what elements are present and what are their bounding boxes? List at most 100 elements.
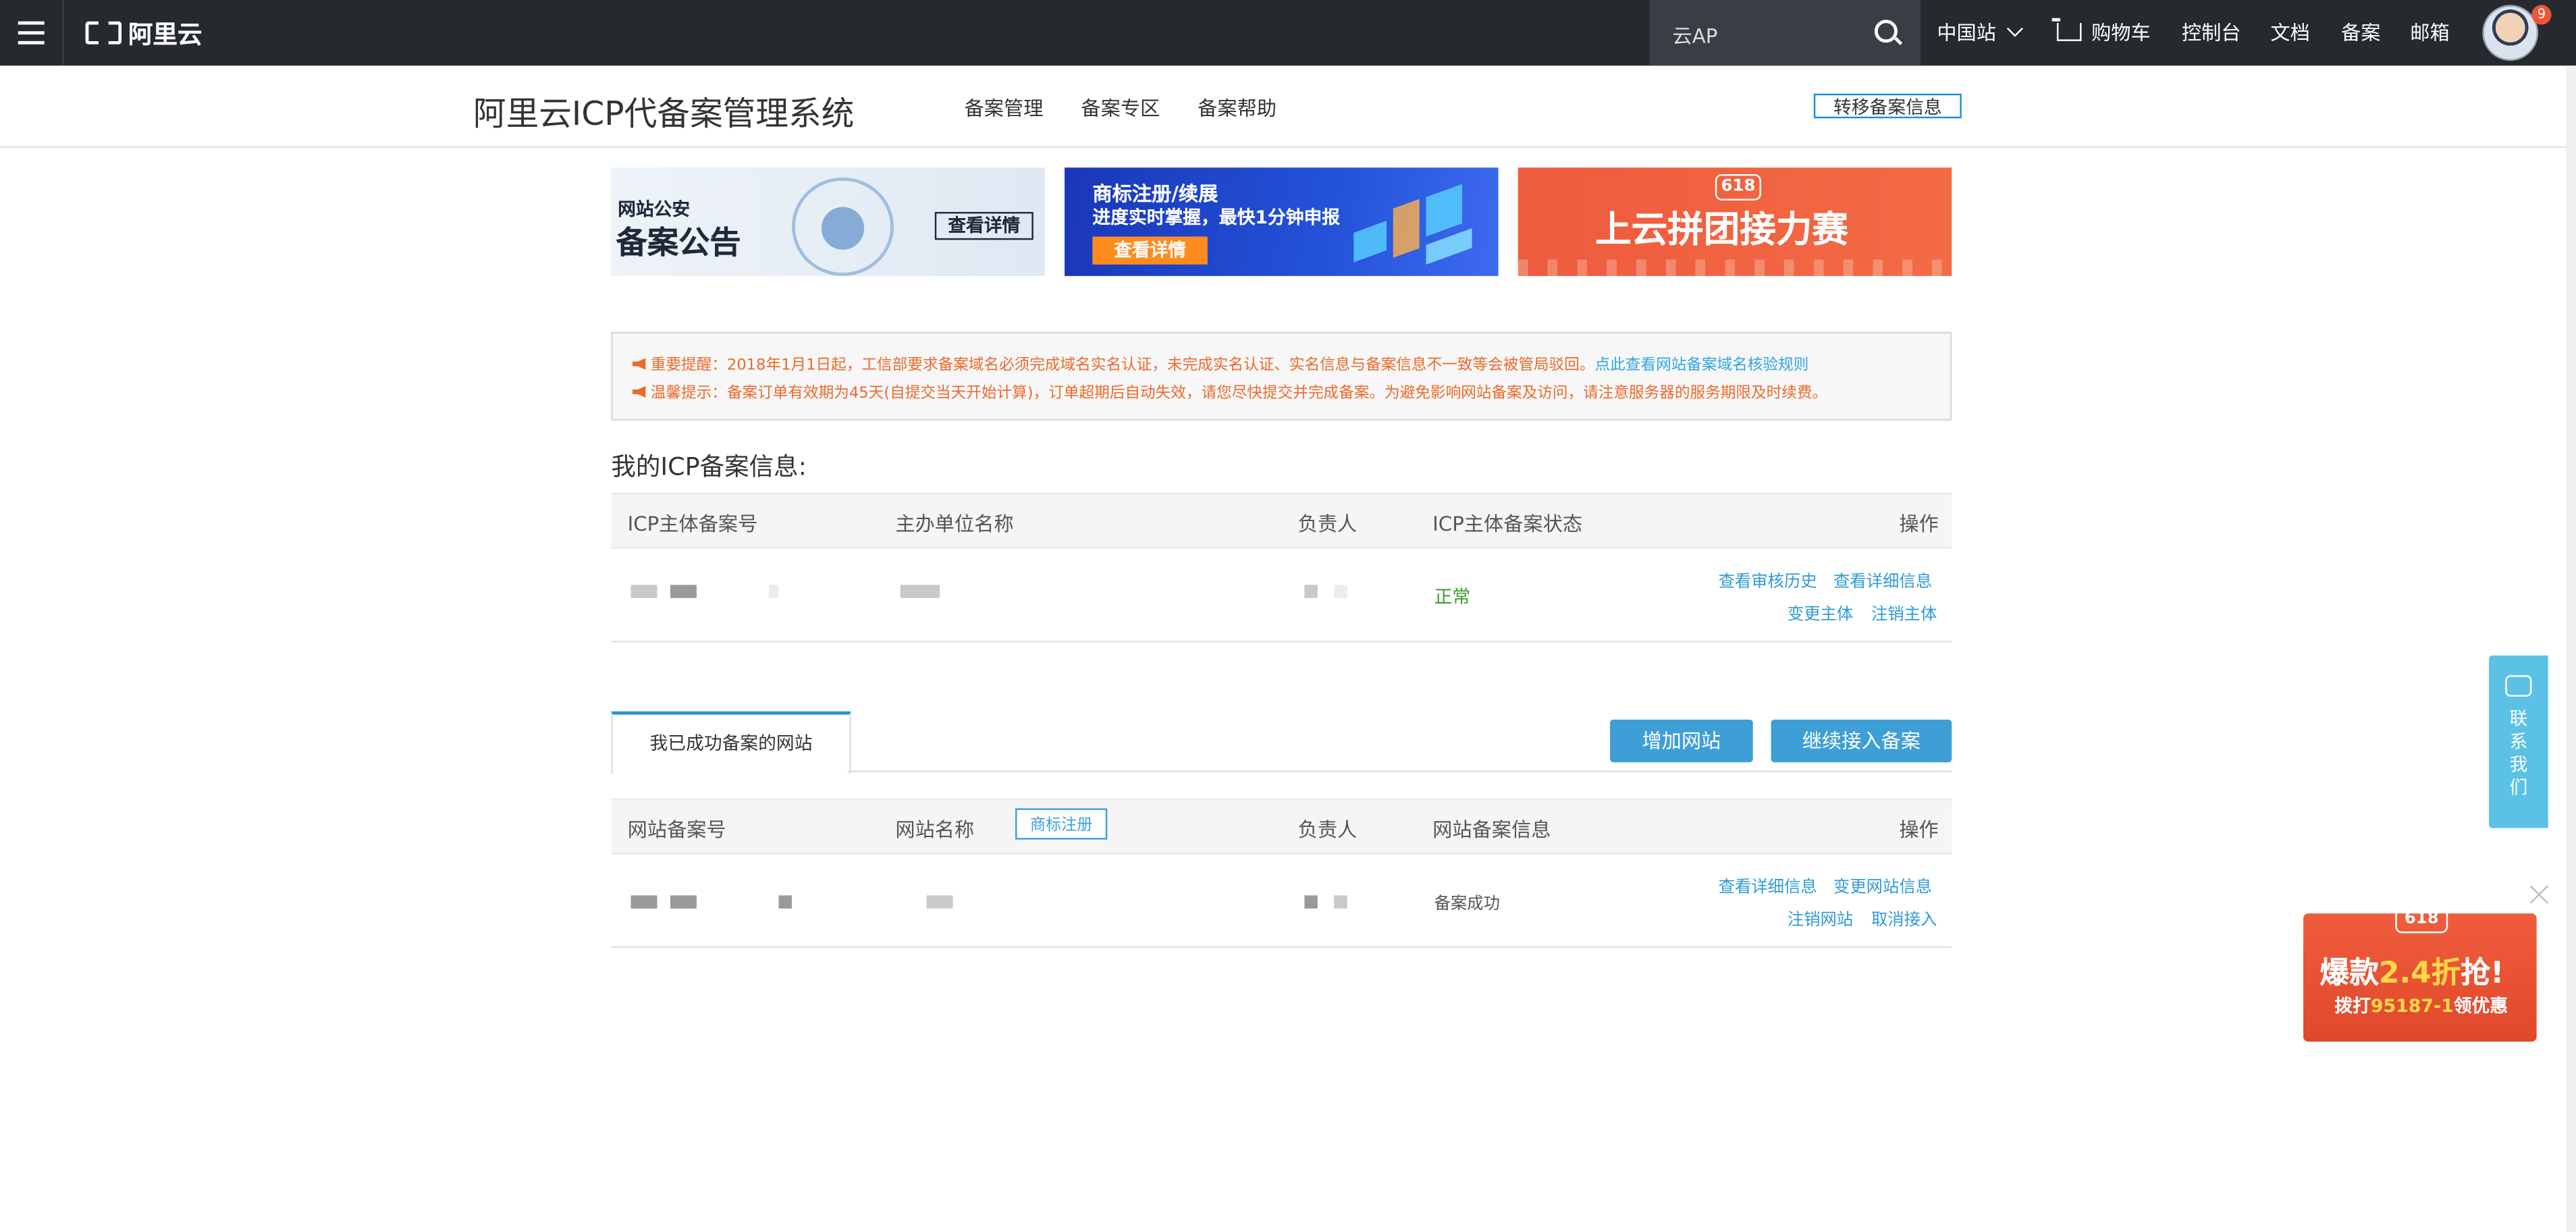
banner-618-group[interactable]: 618 上云拼团接力赛 (1518, 167, 1952, 276)
view-details-link[interactable]: 查看详细信息 (1833, 567, 1932, 591)
promo-618-popup[interactable]: 618 爆款2.4折抢! 拨打95187-1领优惠 (2303, 913, 2537, 1042)
th-actions: 操作 (1899, 512, 1939, 536)
cart-link[interactable]: 购物车 (2051, 18, 2151, 46)
region-label: 中国站 (1937, 21, 1996, 45)
trademark-register-button[interactable]: 商标注册 (1015, 808, 1108, 840)
promo-phone: 拨打95187-1领优惠 (2334, 992, 2508, 1019)
logo-text: 阿里云 (128, 18, 203, 49)
th-icp-status: ICP主体备案状态 (1432, 512, 1583, 536)
redacted-icp-number (670, 585, 697, 598)
top-navigation-bar: 阿里云 中国站 购物车 控制台 文档 备案 邮箱 9 (0, 0, 2576, 66)
table-row: 备案成功 查看详细信息 变更网站信息 注销网站 取消接入 (611, 853, 1952, 948)
th-site-actions: 操作 (1899, 818, 1939, 842)
region-selector[interactable]: 中国站 (1937, 20, 2024, 46)
redacted-site-number (778, 895, 793, 909)
redacted-owner (1304, 585, 1318, 598)
chat-bubble-icon (2505, 675, 2532, 697)
cancel-site-link[interactable]: 注销网站 (1788, 905, 1853, 930)
system-title: 阿里云ICP代备案管理系统 (473, 93, 855, 134)
notice-tip: 温馨提示：备案订单有效期为45天(自提交当天开始计算)，订单超期后自动失效，请您… (632, 379, 1828, 403)
banner1-title: 备案公告 (616, 225, 741, 261)
notification-badge: 9 (2531, 5, 2552, 25)
change-subject-link[interactable]: 变更主体 (1788, 599, 1853, 624)
beian-link[interactable]: 备案 (2341, 20, 2380, 46)
notice-tip-text: 温馨提示：备案订单有效期为45天(自提交当天开始计算)，订单超期后自动失效，请您… (650, 384, 1828, 403)
icp-section-title: 我的ICP备案信息: (611, 452, 807, 482)
chevron-down-icon (2006, 20, 2024, 37)
contact-us-text: 联系我们 (2509, 707, 2528, 799)
redacted-organizer (900, 585, 940, 598)
th-site-name: 网站名称 (895, 818, 975, 842)
redacted-icp-number (768, 585, 779, 598)
notice-important: 重要提醒：2018年1月1日起，工信部要求备案域名必须完成域名实名认证，未完成实… (632, 352, 1808, 375)
promo-618-tag: 618 (2395, 913, 2448, 934)
system-header: 阿里云ICP代备案管理系统 备案管理 备案专区 备案帮助 转移备案信息 (0, 65, 2576, 149)
notice-important-text: 重要提醒：2018年1月1日起，工信部要求备案域名必须完成域名实名认证，未完成实… (650, 356, 1595, 375)
banner3-title: 上云拼团接力赛 (1595, 210, 1848, 252)
add-website-button[interactable]: 增加网站 (1610, 719, 1753, 763)
banner3-decoration (1518, 259, 1952, 276)
redacted-site-owner (1304, 895, 1318, 909)
mail-link[interactable]: 邮箱 (2410, 20, 2449, 46)
redacted-site-number (630, 895, 658, 909)
isometric-illustration-icon (1344, 181, 1482, 267)
banner2-subtitle: 进度实时掌握，最快1分钟申报 (1092, 207, 1341, 229)
console-link[interactable]: 控制台 (2182, 20, 2241, 46)
promo-phone-pre: 拨打 (2334, 995, 2371, 1017)
icp-table-header: ICP主体备案号 主办单位名称 负责人 ICP主体备案状态 操作 (611, 493, 1952, 549)
transfer-beian-button[interactable]: 转移备案信息 (1813, 93, 1962, 119)
close-icon[interactable] (2528, 884, 2550, 905)
redacted-site-name (926, 895, 953, 909)
docs-link[interactable]: 文档 (2270, 20, 2309, 46)
tab-divider (847, 770, 1952, 772)
menu-beian-help[interactable]: 备案帮助 (1198, 94, 1277, 122)
aliyun-logo[interactable]: 阿里云 (85, 16, 203, 49)
contact-us-widget[interactable]: 联系我们 (2489, 655, 2548, 828)
tab-registered-sites[interactable]: 我已成功备案的网站 (611, 711, 851, 774)
search-input[interactable] (1669, 16, 1857, 53)
hamburger-menu-icon[interactable] (0, 0, 64, 66)
th-site-number: 网站备案号 (627, 818, 726, 842)
cancel-access-link[interactable]: 取消接入 (1871, 905, 1937, 930)
promo-headline-pre: 爆款 (2319, 956, 2379, 991)
th-icp-number: ICP主体备案号 (627, 512, 758, 536)
promo-headline: 爆款2.4折抢! (2319, 950, 2504, 992)
megaphone-icon (632, 358, 646, 370)
site-view-details-link[interactable]: 查看详细信息 (1719, 872, 1817, 897)
th-site-info: 网站备案信息 (1432, 818, 1551, 842)
menu-beian-manage[interactable]: 备案管理 (965, 94, 1044, 122)
sites-table-header: 网站备案号 网站名称 负责人 网站备案信息 操作 (611, 798, 1952, 855)
banner-police-notice[interactable]: 网站公安 备案公告 查看详情 (611, 167, 1045, 276)
promo-headline-discount: 2.4折 (2378, 956, 2461, 991)
banner-trademark[interactable]: 商标注册/续展 进度实时掌握，最快1分钟申报 查看详情 (1065, 167, 1499, 276)
banner1-details-button[interactable]: 查看详情 (934, 211, 1034, 240)
domain-rule-link[interactable]: 点此查看网站备案域名核验规则 (1594, 356, 1808, 375)
cart-icon (2051, 18, 2082, 41)
globe-orbit-icon (792, 177, 894, 276)
cart-label: 购物车 (2091, 21, 2151, 45)
aliyun-logo-icon (85, 21, 122, 45)
continue-access-button[interactable]: 继续接入备案 (1771, 719, 1952, 763)
menu-beian-zone[interactable]: 备案专区 (1081, 94, 1160, 122)
th-site-owner: 负责人 (1297, 818, 1358, 842)
change-site-info-link[interactable]: 变更网站信息 (1833, 872, 1932, 897)
page-scrollbar[interactable] (2566, 65, 2576, 1232)
redacted-site-owner (1334, 895, 1347, 909)
site-status: 备案成功 (1434, 895, 1500, 914)
redacted-site-number (670, 895, 697, 909)
promo-headline-post: 抢! (2461, 956, 2504, 991)
megaphone-icon (632, 385, 646, 398)
cancel-subject-link[interactable]: 注销主体 (1871, 599, 1937, 624)
notice-box: 重要提醒：2018年1月1日起，工信部要求备案域名必须完成域名实名认证，未完成实… (611, 331, 1952, 421)
status-badge: 正常 (1434, 586, 1471, 608)
search-icon[interactable] (1874, 20, 1898, 43)
user-avatar[interactable] (2482, 5, 2539, 61)
th-organizer: 主办单位名称 (895, 512, 1014, 536)
view-review-history-link[interactable]: 查看审核历史 (1719, 567, 1817, 591)
banner2-details-button[interactable]: 查看详情 (1092, 236, 1208, 265)
banner2-title: 商标注册/续展 (1092, 182, 1218, 206)
redacted-owner (1334, 585, 1347, 598)
th-owner: 负责人 (1297, 512, 1358, 536)
promo-phone-post: 领优惠 (2453, 995, 2508, 1017)
redacted-icp-number (630, 585, 658, 598)
